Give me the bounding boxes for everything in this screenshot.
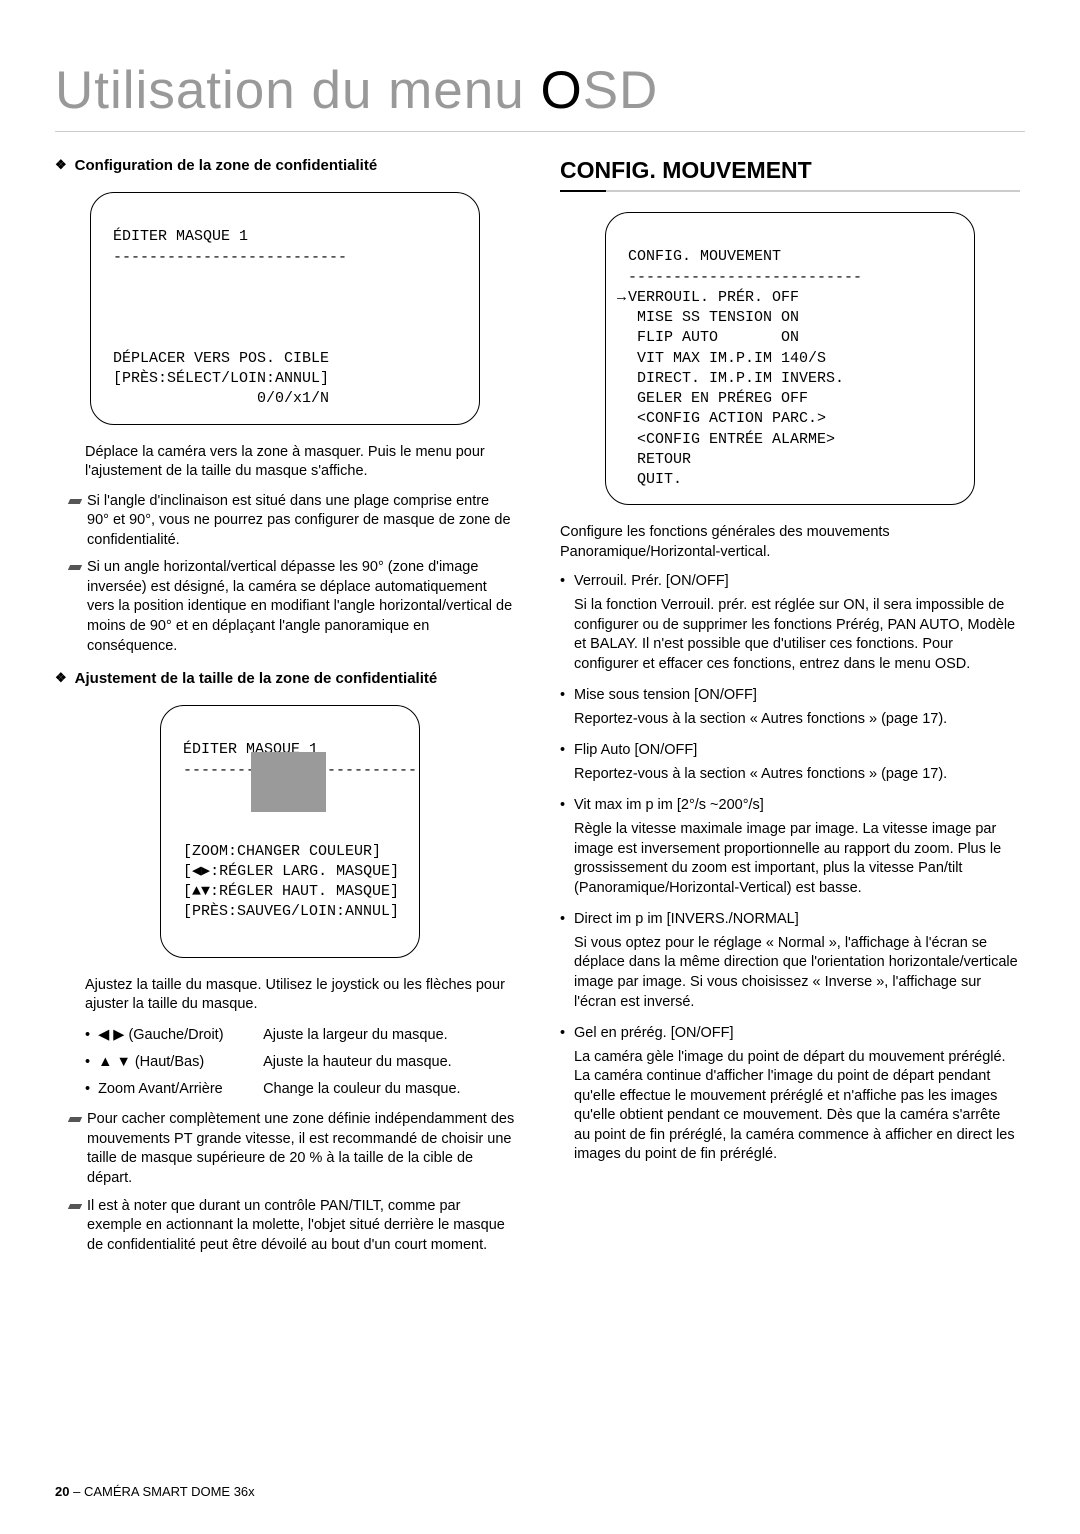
control-label: Zoom Avant/Arrière	[98, 1079, 263, 1101]
note-item: Il est à noter que durant un contrôle PA…	[65, 1197, 515, 1256]
control-desc: Ajuste la largeur du masque.	[263, 1025, 448, 1047]
diag-line: VIT MAX IM.P.IM 140/S	[628, 350, 826, 367]
subheading-text: Configuration de la zone de confidential…	[75, 157, 378, 174]
feature-head: Verrouil. Prér. [ON/OFF]	[560, 572, 1020, 592]
diag-line: MISE SS TENSION ON	[628, 309, 799, 326]
note-list: Si l'angle d'inclinaison est situé dans …	[65, 492, 515, 657]
body-text: Déplace la caméra vers la zone à masquer…	[85, 443, 515, 482]
bullet-dot: •	[85, 1052, 90, 1074]
subheading-text: Ajustement de la taille de la zone de co…	[75, 670, 438, 687]
diag-line: <CONFIG ACTION PARC.>	[628, 410, 826, 427]
diagram-config-mouvement: CONFIG. MOUVEMENT ----------------------…	[605, 212, 975, 505]
diag-line-text: VERROUIL. PRÉR. OFF	[628, 289, 799, 306]
sub-heading-config-zone: ❖ Configuration de la zone de confidenti…	[55, 157, 515, 174]
feature-desc: Si vous optez pour le réglage « Normal »…	[560, 934, 1020, 1012]
diag-line: [ZOOM:CHANGER COULEUR]	[183, 843, 381, 860]
diag-line: [◀▶:RÉGLER LARG. MASQUE]	[183, 863, 399, 880]
diag-dashes: --------------------------	[628, 269, 862, 286]
feature-head: Vit max im p im [2°/s ~200°/s]	[560, 796, 1020, 816]
feature-head: Mise sous tension [ON/OFF]	[560, 686, 1020, 706]
diag-line: RETOUR	[628, 451, 691, 468]
control-row: • ▲ ▼ (Haut/Bas) Ajuste la hauteur du ma…	[85, 1052, 515, 1074]
feature-desc: Reportez-vous à la section « Autres fonc…	[560, 765, 1020, 785]
feature-list: Verrouil. Prér. [ON/OFF] Si la fonction …	[560, 572, 1020, 1165]
diag-line: →VERROUIL. PRÉR. OFF	[628, 289, 799, 306]
note-item: Si un angle horizontal/vertical dépasse …	[65, 558, 515, 656]
title-plain: Utilisation du menu	[55, 61, 540, 120]
page-footer: 20 – CAMÉRA SMART DOME 36x	[55, 1484, 255, 1499]
bullet-dot: •	[85, 1079, 90, 1101]
feature-desc: Règle la vitesse maximale image par imag…	[560, 820, 1020, 898]
diag-line: 0/0/x1/N	[113, 390, 329, 407]
diag-line: <CONFIG ENTRÉE ALARME>	[628, 431, 835, 448]
mask-preview-block	[251, 752, 326, 812]
arrow-right-icon: →	[617, 288, 626, 308]
diag-line: [PRÈS:SÉLECT/LOIN:ANNUL]	[113, 370, 329, 387]
right-column: CONFIG. MOUVEMENT CONFIG. MOUVEMENT ----…	[560, 157, 1020, 1263]
sub-heading-ajustement: ❖ Ajustement de la taille de la zone de …	[55, 670, 515, 687]
diag-line: GELER EN PRÉREG OFF	[628, 390, 808, 407]
control-row: • ◀ ▶ (Gauche/Droit) Ajuste la largeur d…	[85, 1025, 515, 1047]
control-row: • Zoom Avant/Arrière Change la couleur d…	[85, 1079, 515, 1101]
title-highlight: O	[540, 61, 582, 120]
diag-line: FLIP AUTO ON	[628, 329, 799, 346]
diag-dashes: --------------------------	[113, 249, 347, 266]
diamond-icon: ❖	[55, 670, 67, 686]
feature-desc: Si la fonction Verrouil. prér. est réglé…	[560, 596, 1020, 674]
diagram-editer-masque-2: ÉDITER MASQUE 1 ------------------------…	[160, 705, 420, 958]
left-column: ❖ Configuration de la zone de confidenti…	[55, 157, 515, 1263]
up-down-triangles-icon: ▲ ▼	[98, 1054, 131, 1070]
diag-line: DIRECT. IM.P.IM INVERS.	[628, 370, 844, 387]
diag-title: CONFIG. MOUVEMENT	[628, 248, 781, 265]
feature-head: Direct im p im [INVERS./NORMAL]	[560, 910, 1020, 930]
feature-desc: La caméra gèle l'image du point de dépar…	[560, 1048, 1020, 1165]
control-desc: Ajuste la hauteur du masque.	[263, 1052, 452, 1074]
footer-dash: –	[69, 1484, 83, 1499]
diamond-icon: ❖	[55, 157, 67, 173]
page-number: 20	[55, 1484, 69, 1499]
page-title: Utilisation du menu OSD	[55, 60, 1025, 132]
feature-head: Gel en prérég. [ON/OFF]	[560, 1024, 1020, 1044]
control-label: (Gauche/Droit)	[128, 1027, 223, 1043]
left-right-triangles-icon: ◀ ▶	[98, 1027, 124, 1043]
diagram-editer-masque-1: ÉDITER MASQUE 1 ------------------------…	[90, 192, 480, 425]
diag-line: DÉPLACER VERS POS. CIBLE	[113, 350, 329, 367]
control-desc: Change la couleur du masque.	[263, 1079, 461, 1101]
section-title-config-mouvement: CONFIG. MOUVEMENT	[560, 157, 1020, 190]
diag-line: [▲▼:RÉGLER HAUT. MASQUE]	[183, 883, 399, 900]
bullet-dot: •	[85, 1025, 90, 1047]
feature-head: Flip Auto [ON/OFF]	[560, 741, 1020, 761]
intro-text: Configure les fonctions générales des mo…	[560, 523, 1020, 562]
diag-line: [PRÈS:SAUVEG/LOIN:ANNUL]	[183, 903, 399, 920]
diag-line: QUIT.	[628, 471, 682, 488]
note-item: Pour cacher complètement une zone défini…	[65, 1110, 515, 1188]
diag-title: ÉDITER MASQUE 1	[113, 228, 248, 245]
feature-desc: Reportez-vous à la section « Autres fonc…	[560, 710, 1020, 730]
note-item: Si l'angle d'inclinaison est situé dans …	[65, 492, 515, 551]
control-label: (Haut/Bas)	[135, 1054, 204, 1070]
footer-text: CAMÉRA SMART DOME 36x	[84, 1484, 255, 1499]
body-text: Ajustez la taille du masque. Utilisez le…	[85, 976, 515, 1015]
note-list: Pour cacher complètement une zone défini…	[65, 1110, 515, 1255]
title-rest: SD	[583, 61, 659, 120]
